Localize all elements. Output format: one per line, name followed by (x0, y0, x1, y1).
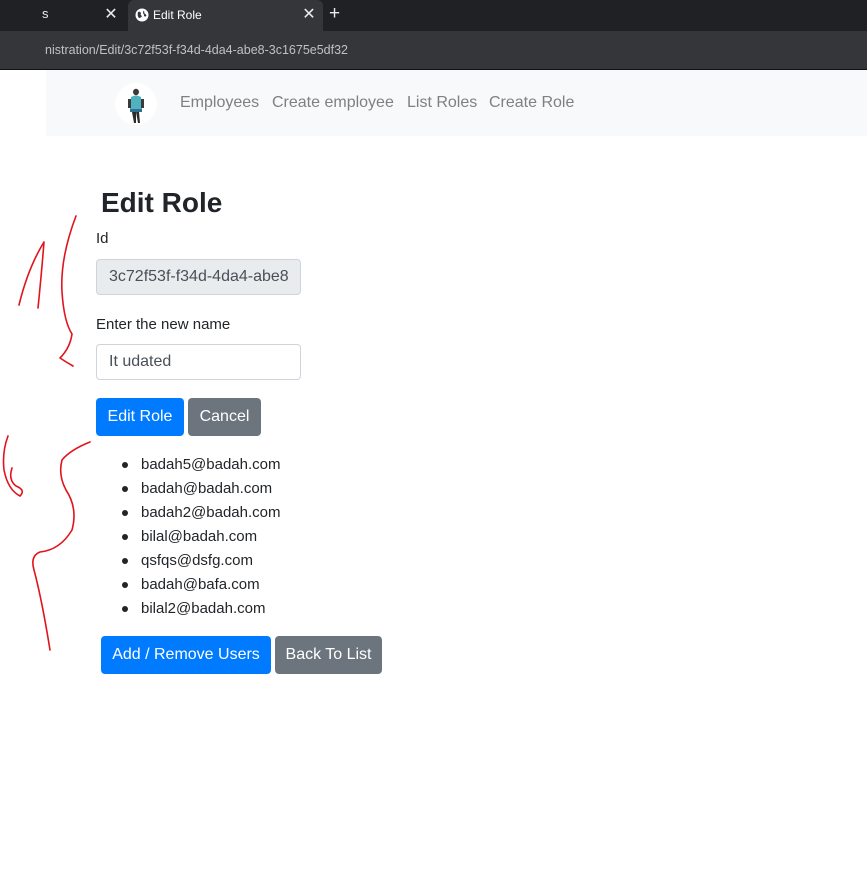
browser-tab-bar: s ✕ Edit Role ✕ + (0, 0, 867, 31)
cancel-button[interactable]: Cancel (188, 398, 261, 436)
list-item: bilal@badah.com (122, 525, 281, 549)
annotation-digit-2 (2, 435, 91, 651)
site-navbar: Employees Create employee List Roles Cre… (46, 70, 867, 136)
browser-tab-previous[interactable]: s ✕ (0, 0, 128, 31)
previous-tab-title: s (42, 6, 49, 21)
list-item: qsfqs@dsfg.com (122, 549, 281, 573)
browser-address-bar[interactable]: nistration/Edit/3c72f53f-f34d-4da4-abe8-… (0, 31, 867, 69)
page-gutter (0, 70, 46, 136)
close-icon[interactable]: ✕ (102, 6, 120, 24)
annotation-digit-1 (18, 215, 77, 367)
page-title: Edit Role (101, 187, 223, 218)
nav-link-list-roles[interactable]: List Roles (407, 94, 477, 112)
active-tab-title: Edit Role (153, 8, 202, 22)
url-text[interactable]: nistration/Edit/3c72f53f-f34d-4da4-abe8-… (45, 43, 348, 57)
list-item: bilal2@badah.com (122, 597, 281, 621)
role-name-input[interactable] (96, 344, 301, 380)
edit-role-button[interactable]: Edit Role (96, 398, 184, 436)
name-label: Enter the new name (96, 316, 231, 333)
back-to-list-button[interactable]: Back To List (275, 636, 382, 674)
logo-icon[interactable] (115, 83, 157, 125)
globe-icon (135, 8, 149, 22)
browser-tab-active[interactable]: Edit Role ✕ (128, 0, 323, 31)
id-label: Id (96, 230, 109, 247)
add-remove-users-button[interactable]: Add / Remove Users (101, 636, 271, 674)
id-field: 3c72f53f-f34d-4da4-abe8 (96, 259, 301, 295)
list-item: badah@badah.com (122, 477, 281, 501)
list-item: badah@bafa.com (122, 573, 281, 597)
nav-link-create-employee[interactable]: Create employee (272, 94, 394, 112)
new-tab-icon[interactable]: + (329, 4, 340, 24)
close-icon[interactable]: ✕ (300, 6, 318, 24)
role-users-list: badah5@badah.com badah@badah.com badah2@… (122, 453, 281, 621)
list-item: badah2@badah.com (122, 501, 281, 525)
nav-link-employees[interactable]: Employees (180, 94, 259, 112)
list-item: badah5@badah.com (122, 453, 281, 477)
nav-link-create-role[interactable]: Create Role (489, 94, 574, 112)
